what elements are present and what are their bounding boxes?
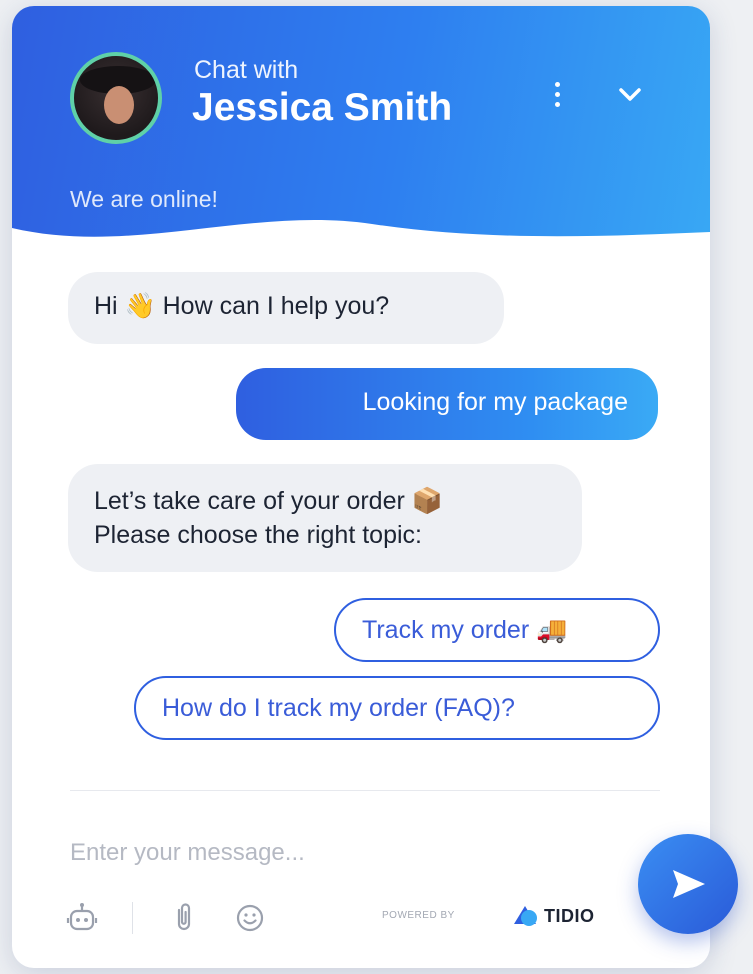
tidio-logo-icon[interactable] — [510, 902, 540, 930]
header-wave — [12, 219, 710, 256]
chat-header: Chat with Jessica Smith We are online! — [12, 6, 710, 256]
more-vertical-icon[interactable] — [540, 74, 574, 114]
composer-divider — [70, 790, 660, 791]
chat-widget: Chat with Jessica Smith We are online! H… — [12, 6, 710, 968]
message-input[interactable] — [68, 832, 612, 874]
quick-reply-faq[interactable]: How do I track my order (FAQ)? — [134, 676, 660, 740]
agent-message: Let’s take care of your order 📦 Please c… — [68, 464, 582, 572]
agent-avatar — [70, 52, 162, 144]
toolbar-separator — [132, 902, 133, 934]
smiley-icon[interactable] — [232, 900, 268, 936]
quick-reply-track-order[interactable]: Track my order 🚚 — [334, 598, 660, 662]
user-message: Looking for my package — [236, 368, 658, 440]
bot-icon[interactable] — [64, 900, 100, 936]
agent-message-line: Please choose the right topic: — [94, 521, 422, 549]
agent-message-line: Let’s take care of your order 📦 — [94, 487, 443, 515]
chat-with-label: Chat with — [194, 56, 299, 84]
send-icon — [673, 870, 705, 898]
chevron-down-icon[interactable] — [612, 76, 648, 112]
send-button[interactable] — [638, 834, 738, 934]
paperclip-icon[interactable] — [166, 900, 202, 936]
brand-name[interactable]: TIDIO — [544, 906, 595, 927]
agent-name: Jessica Smith — [192, 86, 453, 129]
powered-by-label: POWERED BY — [382, 910, 455, 921]
agent-message: Hi 👋 How can I help you? — [68, 272, 504, 344]
online-status: We are online! — [70, 186, 218, 212]
